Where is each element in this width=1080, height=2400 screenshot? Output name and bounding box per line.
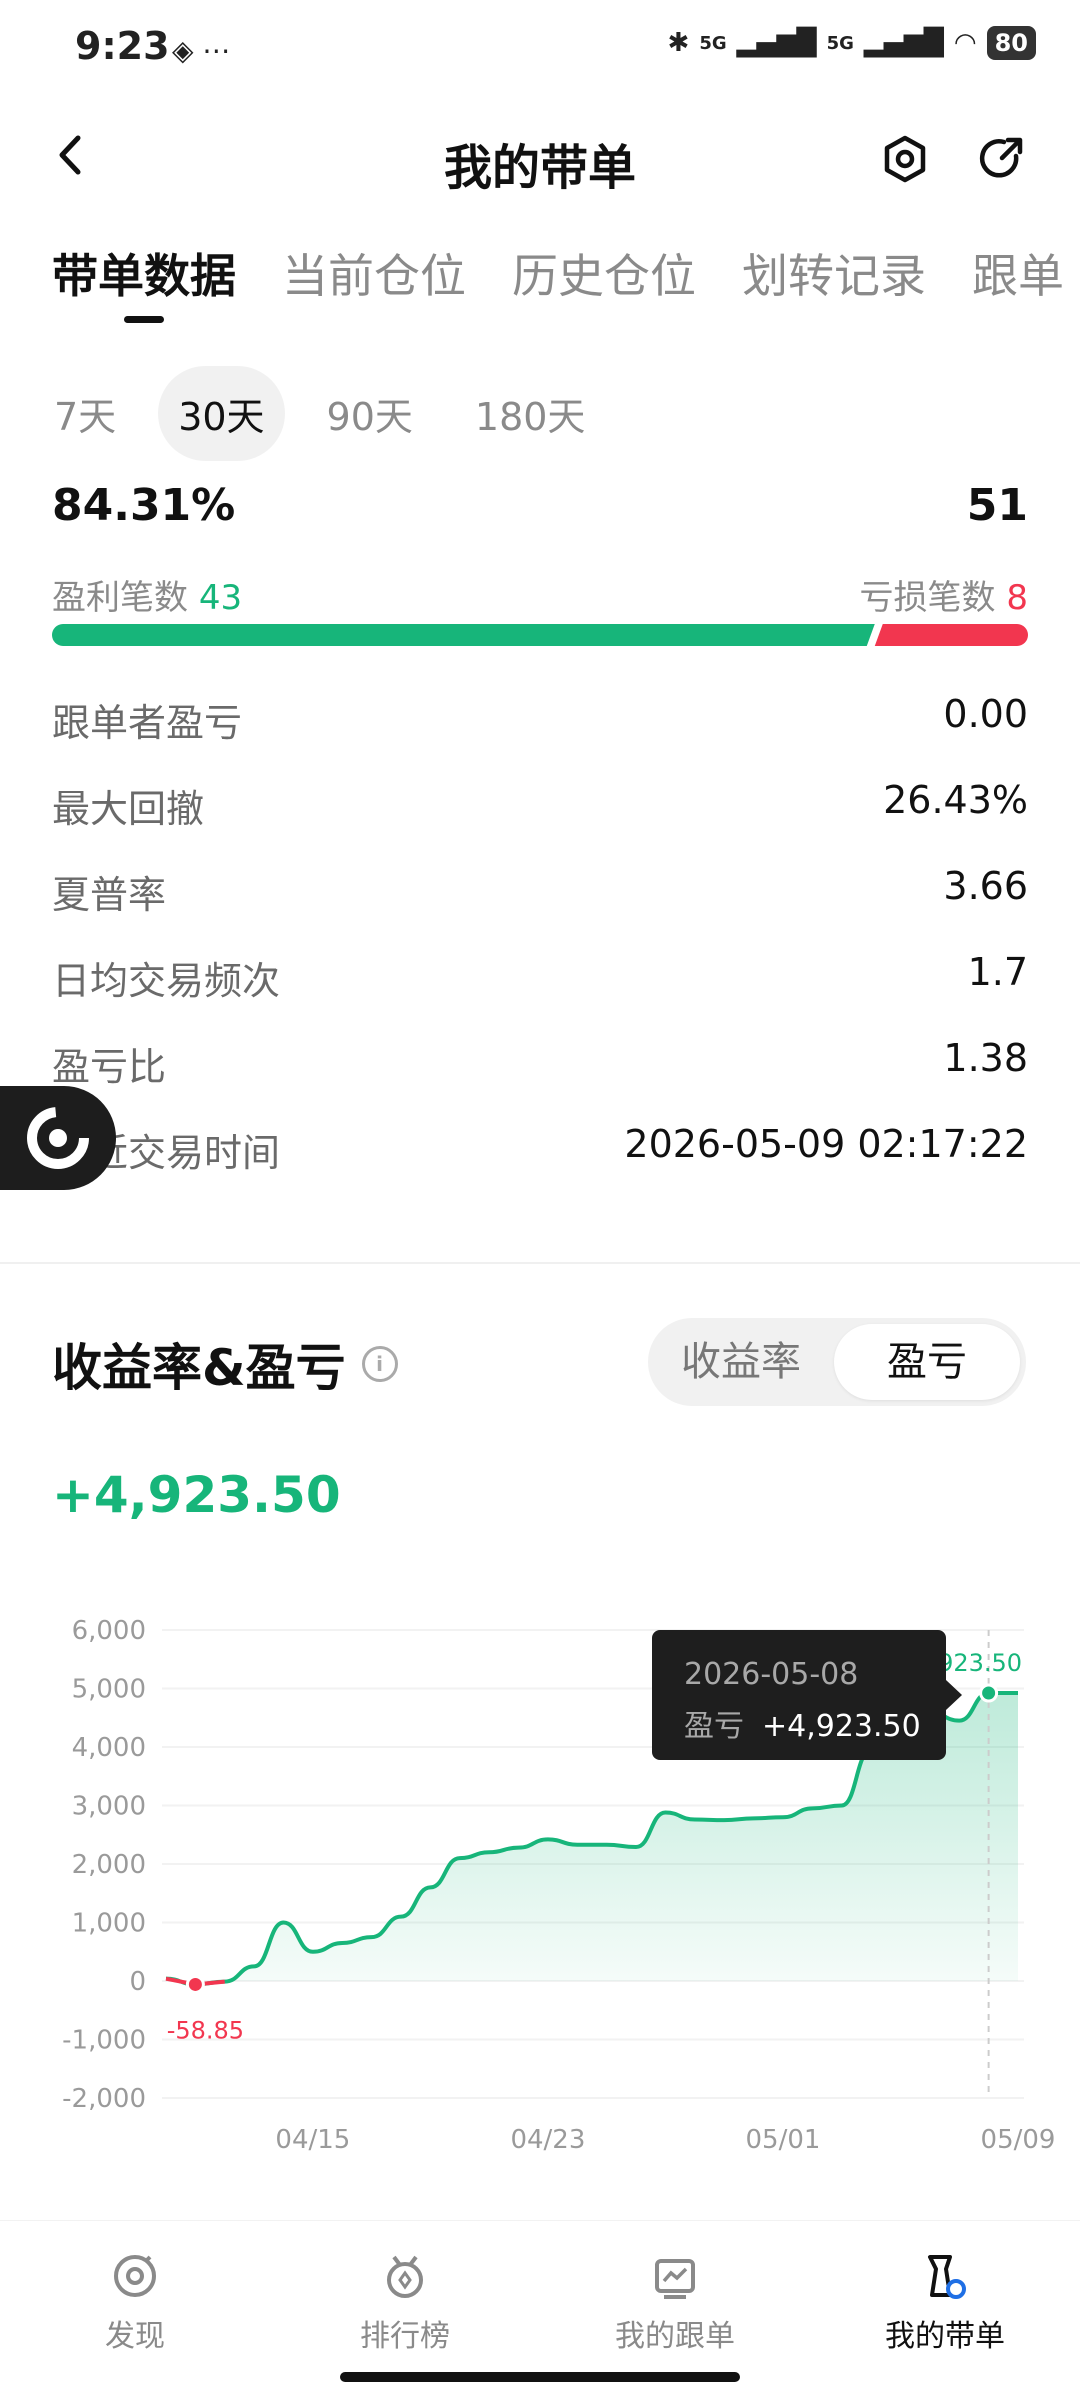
ranking-icon — [387, 2255, 423, 2298]
bottom-nav: 发现 排行榜 我的跟单 我的带单 — [0, 2220, 1080, 2371]
y-tick-label: 4,000 — [72, 1733, 146, 1763]
y-tick-label: -2,000 — [62, 2084, 146, 2114]
stat-label-daily-freq: 日均交易频次 — [52, 959, 281, 1003]
win-rate: 84.31% — [52, 480, 236, 531]
stat-value-follower-pnl: 0.00 — [943, 692, 1028, 736]
y-tick-label: 5,000 — [72, 1675, 146, 1705]
nav-label-my-copy: 我的跟单 — [615, 2319, 735, 2354]
x-tick-label: 05/09 — [981, 2125, 1056, 2155]
x-tick-label: 04/23 — [510, 2125, 585, 2155]
bluetooth-icon: ✱ — [667, 28, 690, 58]
tooltip-label: 盈亏 — [684, 1709, 744, 1744]
nav-my-copy[interactable]: 我的跟单 — [540, 2221, 810, 2371]
my-lead-icon — [928, 2255, 966, 2299]
total-trades: 51 — [966, 480, 1028, 531]
stat-label-follower-pnl: 跟单者盈亏 — [52, 701, 243, 745]
y-tick-label: -1,000 — [62, 2026, 146, 2056]
y-tick-label: 2,000 — [72, 1850, 146, 1880]
status-icons: ✱ 5G ▂▄▆█ 5G ▂▄▆█ ◠ 80 — [668, 26, 1036, 60]
win-bar — [52, 624, 875, 646]
share-icon[interactable] — [976, 134, 1026, 188]
my-copy-icon — [655, 2259, 695, 2299]
period-7d[interactable]: 7天 — [34, 366, 136, 461]
x-tick-label: 04/15 — [275, 2125, 350, 2155]
floating-assistant-button[interactable] — [0, 1086, 116, 1190]
loss-count-label: 亏损笔数 — [859, 578, 996, 618]
win-count-row: 盈利笔数 43 — [52, 570, 242, 619]
y-tick-label: 6,000 — [72, 1616, 146, 1646]
tab-history-positions[interactable]: 历史仓位 — [512, 240, 696, 306]
chart-tooltip: 2026-05-08 盈亏 +4,923.50 — [652, 1630, 962, 1760]
tab-current-positions[interactable]: 当前仓位 — [282, 240, 466, 306]
min-label: -58.85 — [167, 2016, 244, 2044]
stat-value-pnl-ratio: 1.38 — [943, 1036, 1028, 1080]
nav-label-ranking: 排行榜 — [360, 2319, 450, 2354]
signal-icon: ▂▄▆█ — [863, 28, 944, 58]
tab-transfer-records[interactable]: 划转记录 — [742, 240, 926, 306]
signal-icon: ▂▄▆█ — [736, 28, 817, 58]
tooltip-value: +4,923.50 — [762, 1709, 921, 1744]
stat-label-pnl-ratio: 盈亏比 — [52, 1045, 167, 1089]
nav-label-discover: 发现 — [105, 2319, 165, 2354]
loss-count-row: 亏损笔数 8 — [860, 570, 1028, 619]
toggle-pnl[interactable]: 盈亏 — [834, 1324, 1020, 1400]
tab-copy-trade[interactable]: 跟单 — [972, 240, 1064, 306]
section-divider — [0, 1262, 1080, 1264]
tooltip-date: 2026-05-08 — [684, 1657, 858, 1692]
y-tick-label: 0 — [129, 1967, 146, 1997]
discover-icon — [114, 2255, 156, 2297]
stat-value-last-trade: 2026-05-09 02:17:22 — [624, 1122, 1028, 1166]
wifi-icon: ◠ — [953, 28, 977, 58]
status-time: 9:23 — [75, 24, 170, 68]
settings-icon[interactable] — [880, 134, 930, 188]
pnl-total: +4,923.50 — [52, 1466, 341, 1524]
battery-icon: 80 — [986, 26, 1036, 60]
nav-label-my-lead: 我的带单 — [885, 2319, 1005, 2354]
tab-lead-data[interactable]: 带单数据 — [52, 240, 236, 306]
section-title: 收益率&盈亏 i — [52, 1328, 398, 1400]
y-tick-label: 1,000 — [72, 1909, 146, 1939]
period-180d[interactable]: 180天 — [455, 366, 606, 461]
tab-indicator — [124, 316, 164, 323]
nav-discover[interactable]: 发现 — [0, 2221, 270, 2371]
stat-value-daily-freq: 1.7 — [967, 950, 1028, 994]
loss-bar — [874, 624, 1028, 646]
stat-label-sharpe: 夏普率 — [52, 873, 167, 917]
tab-bar: 带单数据 当前仓位 历史仓位 划转记录 跟单 — [52, 240, 1064, 306]
win-count-label: 盈利笔数 — [52, 578, 188, 618]
loss-count: 8 — [1006, 578, 1028, 618]
period-30d[interactable]: 30天 — [158, 366, 285, 461]
assistant-icon — [27, 1107, 89, 1169]
stat-label-max-drawdown: 最大回撤 — [52, 787, 205, 831]
period-selector: 7天 30天 90天 180天 — [34, 366, 605, 461]
win-count: 43 — [198, 578, 243, 618]
x-tick-label: 05/01 — [745, 2125, 820, 2155]
win-loss-bar — [52, 624, 1028, 646]
y-tick-label: 3,000 — [72, 1792, 146, 1822]
pnl-chart[interactable]: 6,000 5,000 4,000 3,000 2,000 1,000 0 -1,000 -2,… — [0, 1590, 1080, 2160]
signal-label-2: 5G — [826, 32, 854, 54]
section-title-text: 收益率&盈亏 — [52, 1339, 346, 1397]
toggle-return-rate[interactable]: 收益率 — [648, 1324, 834, 1400]
stat-value-max-drawdown: 26.43% — [883, 778, 1028, 822]
chart-toggle: 收益率 盈亏 — [648, 1318, 1026, 1406]
min-point — [185, 1974, 205, 1994]
nav-ranking[interactable]: 排行榜 — [270, 2221, 540, 2371]
stat-value-sharpe: 3.66 — [943, 864, 1028, 908]
layers-icon: ◈ ⋯ — [172, 34, 231, 67]
signal-label-1: 5G — [699, 32, 727, 54]
nav-my-lead[interactable]: 我的带单 — [810, 2221, 1080, 2371]
info-icon[interactable]: i — [361, 1346, 398, 1382]
home-indicator[interactable] — [340, 2372, 740, 2382]
period-90d[interactable]: 90天 — [307, 366, 433, 461]
max-point — [979, 1683, 999, 1703]
